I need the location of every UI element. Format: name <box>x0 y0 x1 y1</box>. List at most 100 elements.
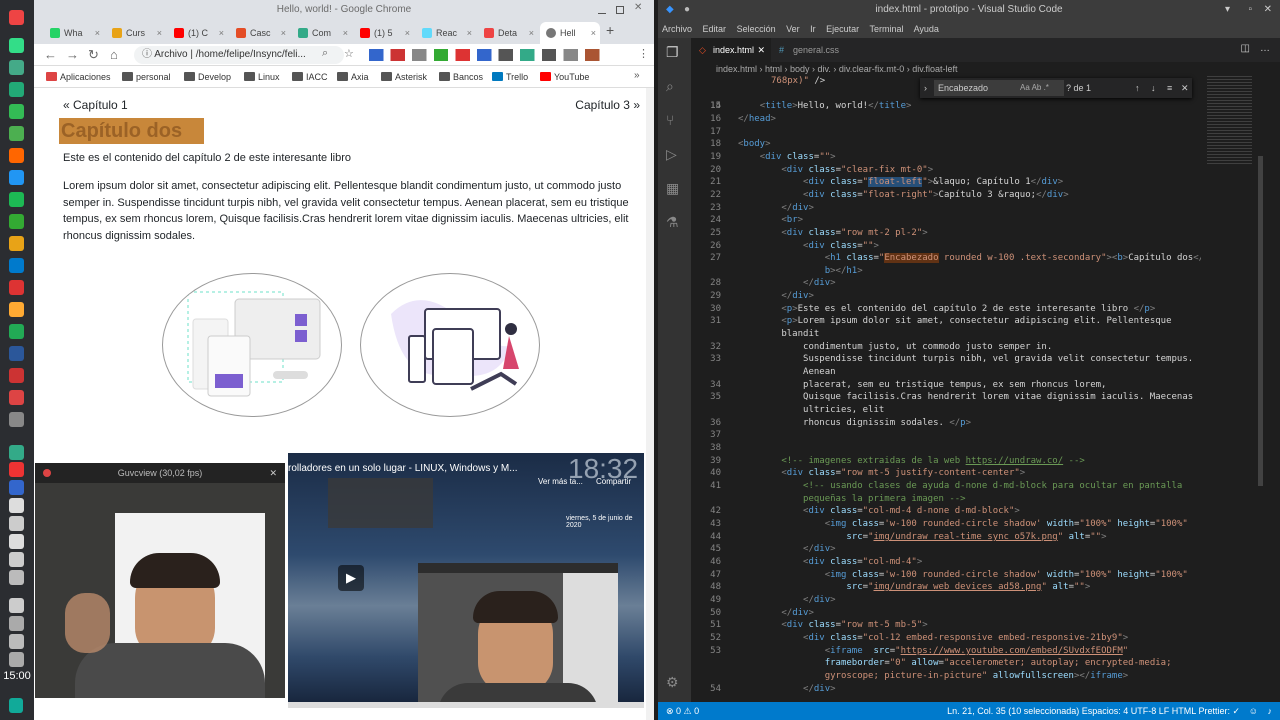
menu-item[interactable]: Selección <box>737 24 776 34</box>
vscode-dock-icon[interactable] <box>9 258 24 273</box>
word-dock-icon[interactable] <box>9 346 24 361</box>
url-bar[interactable]: ⓘ Archivo | /home/felipe/Insync/feli... <box>134 46 344 64</box>
bell-icon[interactable]: ♪ <box>1268 702 1273 720</box>
problems-indicator[interactable]: ⊗ 0 ⚠ 0 <box>666 702 699 720</box>
home-button[interactable]: ⌂ <box>110 47 118 62</box>
prev-chapter-link[interactable]: « Capítulo 1 <box>63 98 128 112</box>
test-icon[interactable]: ⚗ <box>666 214 679 231</box>
browser-tab[interactable]: (1) C × <box>168 22 228 44</box>
minimap[interactable] <box>1203 76 1263 702</box>
tab-close-icon[interactable]: × <box>157 22 162 44</box>
tab-close-icon[interactable]: × <box>591 22 596 44</box>
youtube-embed[interactable]: rolladores en un solo lugar - LINUX, Win… <box>288 453 644 708</box>
firefox-dock-icon[interactable] <box>9 148 24 163</box>
tray-icon[interactable] <box>9 480 24 495</box>
maximize-button[interactable]: ▫ <box>1248 0 1252 20</box>
microphone-icon[interactable] <box>9 598 24 613</box>
search-icon[interactable]: ⌕ <box>666 78 674 95</box>
code-editor[interactable]: 768px)" /> 14 15 <title>Hello, world!</t… <box>691 76 1201 702</box>
bookmark-item[interactable]: YouTube <box>540 66 589 88</box>
maximize-button[interactable] <box>616 6 624 14</box>
close-button[interactable]: ✕ <box>1264 0 1272 20</box>
menu-item[interactable]: Terminal <box>870 24 904 34</box>
minimize-button[interactable] <box>598 6 606 14</box>
menu-item[interactable]: Editar <box>703 24 727 34</box>
app-dock-icon[interactable] <box>9 38 24 53</box>
more-bookmarks-icon[interactable]: » <box>634 70 640 81</box>
explorer-icon[interactable]: ❐ <box>666 44 679 61</box>
app-dock-icon[interactable] <box>9 368 24 383</box>
browser-tab[interactable]: Curs × <box>106 22 166 44</box>
minimize-button[interactable]: ▾ <box>1225 0 1230 20</box>
close-button[interactable]: ✕ <box>634 3 642 13</box>
extensions-icon[interactable]: ▦ <box>666 180 679 197</box>
tray-icon[interactable] <box>9 462 24 477</box>
bookmark-item[interactable]: IACC <box>292 66 328 88</box>
watch-later-label[interactable]: Ver más ta... <box>538 477 583 486</box>
editor-scrollbar[interactable] <box>1258 156 1263 486</box>
app-dock-icon[interactable] <box>9 412 24 427</box>
feedback-icon[interactable]: ☺ <box>1249 702 1258 720</box>
app-dock-icon[interactable] <box>9 170 24 185</box>
tray-icon[interactable] <box>9 516 24 531</box>
back-button[interactable]: ← <box>44 47 57 62</box>
chrome-dock-icon[interactable] <box>9 10 24 25</box>
tab-close-icon[interactable]: × <box>405 22 410 44</box>
video-title[interactable]: rolladores en un solo lugar - LINUX, Win… <box>288 463 518 474</box>
tab-close-icon[interactable]: × <box>219 22 224 44</box>
tab-close-icon[interactable]: × <box>529 22 534 44</box>
browser-tab[interactable]: Reac × <box>416 22 476 44</box>
browser-tab[interactable]: Wha × <box>44 22 104 44</box>
menu-item[interactable]: Ir <box>810 24 816 34</box>
app-dock-icon[interactable] <box>9 280 24 295</box>
extension-icons[interactable] <box>369 49 609 61</box>
volume-icon[interactable] <box>9 634 24 649</box>
app-dock-icon[interactable] <box>9 236 24 251</box>
browser-tab[interactable]: (1) 5 × <box>354 22 414 44</box>
star-icon[interactable]: ☆ <box>344 47 354 60</box>
more-actions-icon[interactable]: … <box>1260 43 1270 54</box>
tab-close-icon[interactable]: × <box>467 22 472 44</box>
search-icon[interactable]: ⌕ <box>322 47 328 60</box>
bookmark-item[interactable]: Aplicaciones <box>46 66 111 88</box>
close-button[interactable]: ✕ <box>269 463 277 483</box>
source-control-icon[interactable]: ⑂ <box>666 112 674 128</box>
tray-icon[interactable] <box>9 534 24 549</box>
video-scrollbar[interactable] <box>288 702 644 708</box>
tab-close-icon[interactable]: × <box>95 22 100 44</box>
selection-filter-icon[interactable]: ≡ <box>1167 78 1172 98</box>
breadcrumb[interactable]: index.html › html › body › div. › div.cl… <box>691 62 1280 76</box>
app-dock-icon[interactable] <box>9 390 24 405</box>
bookmark-item[interactable]: Linux <box>244 66 280 88</box>
browser-tab[interactable]: Com × <box>292 22 352 44</box>
tab-index-html[interactable]: ◇ index.html ✕ <box>691 38 771 62</box>
tab-close-icon[interactable]: ✕ <box>757 38 765 62</box>
page-scrollbar[interactable] <box>646 88 654 720</box>
menu-item[interactable]: Ejecutar <box>826 24 859 34</box>
app-dock-icon[interactable] <box>9 60 24 75</box>
bookmark-item[interactable]: Axia <box>337 66 369 88</box>
tab-general-css[interactable]: # general.css <box>771 38 861 62</box>
bookmark-item[interactable]: Develop <box>184 66 231 88</box>
tab-close-icon[interactable]: × <box>281 22 286 44</box>
app-dock-icon[interactable] <box>9 126 24 141</box>
gear-icon[interactable]: ⚙ <box>666 674 679 691</box>
power-icon[interactable] <box>9 652 24 667</box>
share-label[interactable]: Compartir <box>596 477 631 486</box>
reload-button[interactable]: ↻ <box>88 47 99 63</box>
wifi-icon[interactable] <box>9 616 24 631</box>
toggle-replace-icon[interactable]: › <box>924 78 927 98</box>
previous-match-icon[interactable]: ↑ <box>1135 78 1140 98</box>
chat-icon[interactable] <box>9 698 23 713</box>
tray-icon[interactable] <box>9 445 24 460</box>
app-dock-icon[interactable] <box>9 104 24 119</box>
play-button-icon[interactable]: ▶ <box>338 565 364 591</box>
spotify-dock-icon[interactable] <box>9 192 24 207</box>
tray-icon[interactable] <box>9 552 24 567</box>
bookmark-item[interactable]: Trello <box>492 66 528 88</box>
forward-button[interactable]: → <box>66 47 79 62</box>
find-options[interactable]: Aa Ab .* <box>1020 78 1049 98</box>
excel-dock-icon[interactable] <box>9 324 24 339</box>
close-find-icon[interactable]: ✕ <box>1181 78 1189 98</box>
pin-icon[interactable]: ● <box>684 0 690 20</box>
